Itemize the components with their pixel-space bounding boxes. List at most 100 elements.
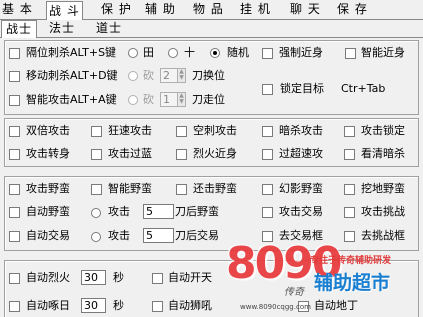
auto-flame-interval-input[interactable]: 30 — [81, 270, 106, 285]
slash-gap-checkbox[interactable] — [9, 48, 20, 59]
auto-trade-attack-radio[interactable] — [91, 232, 101, 242]
pattern-cross-radio[interactable] — [168, 48, 178, 58]
force-close-label: 强制近身 — [279, 46, 323, 59]
counter-barb-checkbox[interactable] — [176, 184, 187, 195]
pattern-field-label: 田 — [143, 46, 154, 59]
force-close-checkbox[interactable] — [262, 48, 273, 59]
double-attack-checkbox[interactable] — [9, 126, 20, 137]
watermark-logo: 8090 专注于传奇辅助研发 辅助超市 传奇 www.8090cqgg.com — [222, 238, 423, 316]
subtab-divider — [0, 37, 423, 38]
auto-sky-label: 自动开天 — [168, 271, 212, 284]
auto-trade-checkbox[interactable] — [9, 231, 20, 242]
smart-attack-label: 智能攻击ALT+A键 — [26, 93, 117, 106]
subtab-warrior[interactable]: 战士 — [1, 20, 38, 38]
watermark-small-text: 传奇 — [284, 287, 304, 298]
rapid-attack-label: 狂速攻击 — [108, 124, 152, 137]
auto-barb-attack-label: 攻击 — [108, 205, 130, 218]
auto-flame-unit: 秒 — [113, 271, 124, 284]
slash-gap-label: 隔位刺杀ALT+S键 — [26, 46, 117, 59]
subtab-mage[interactable]: 法士 — [49, 20, 75, 37]
lock-target-label: 锁定目标 — [280, 82, 324, 95]
auto-sun-unit: 秒 — [113, 299, 124, 312]
flame-close-label: 烈火近身 — [193, 147, 237, 160]
auto-trade-count-input[interactable]: 5 — [143, 228, 174, 243]
watermark-url: www.8090cqgg.com — [240, 303, 311, 311]
auto-barb-count-input[interactable]: 5 — [143, 204, 174, 219]
smart-attack-spinner[interactable]: ▲ ▼ — [177, 92, 186, 107]
auto-trade-attack-label: 攻击 — [108, 229, 130, 242]
auto-roar-label: 自动狮吼 — [168, 299, 212, 312]
move-slash-count-input[interactable]: 2 — [160, 68, 178, 83]
move-slash-label: 移动刺杀ALT+D键 — [26, 69, 118, 82]
tab-basic[interactable]: 基 本 — [2, 0, 33, 18]
attack-mana-checkbox[interactable] — [91, 149, 102, 160]
attack-mana-label: 攻击过蓝 — [108, 147, 152, 160]
auto-barb-checkbox[interactable] — [9, 207, 20, 218]
auto-barb-label: 自动野蛮 — [26, 205, 70, 218]
attack-barb-label: 攻击野蛮 — [26, 182, 70, 195]
smart-barb-checkbox[interactable] — [91, 184, 102, 195]
double-attack-label: 双倍攻击 — [26, 124, 70, 137]
attack-challenge-label: 攻击挑战 — [361, 205, 405, 218]
tab-save[interactable]: 保 存 — [337, 0, 368, 18]
rapid-attack-checkbox[interactable] — [91, 126, 102, 137]
dig-barb-label: 挖地野蛮 — [361, 182, 405, 195]
assassinate-label: 暗杀攻击 — [279, 124, 323, 137]
smart-barb-label: 智能野蛮 — [108, 182, 152, 195]
auto-roar-checkbox[interactable] — [152, 301, 163, 312]
lock-target-checkbox[interactable] — [262, 84, 273, 95]
auto-trade-label: 自动交易 — [26, 229, 70, 242]
move-slash-checkbox[interactable] — [9, 71, 20, 82]
lock-target-hotkey: Ctr+Tab — [341, 82, 386, 95]
tab-combat[interactable]: 战 斗 — [46, 1, 83, 20]
phantom-barb-checkbox[interactable] — [262, 184, 273, 195]
attack-barb-checkbox[interactable] — [9, 184, 20, 195]
smart-close-label: 智能近身 — [361, 46, 405, 59]
air-stab-checkbox[interactable] — [176, 126, 187, 137]
over-speed-label: 过超速攻 — [279, 147, 323, 160]
auto-sun-interval-input[interactable]: 30 — [81, 298, 106, 313]
move-slash-chop-label: 砍 — [143, 69, 154, 82]
move-slash-spinner[interactable]: ▲ ▼ — [177, 68, 186, 83]
auto-flame-label: 自动烈火 — [26, 271, 70, 284]
attack-lock-label: 攻击锁定 — [361, 124, 405, 137]
tab-items[interactable]: 物 品 — [193, 0, 224, 18]
air-stab-label: 空刺攻击 — [193, 124, 237, 137]
pattern-random-label: 随机 — [227, 46, 249, 59]
move-slash-suffix: 刀换位 — [192, 69, 225, 82]
see-assassin-label: 看清暗杀 — [361, 147, 405, 160]
pattern-field-radio[interactable] — [128, 48, 138, 58]
smart-attack-count-input[interactable]: 1 — [160, 92, 178, 107]
attack-trade-checkbox[interactable] — [262, 207, 273, 218]
flame-close-checkbox[interactable] — [176, 149, 187, 160]
auto-sky-checkbox[interactable] — [152, 273, 163, 284]
auto-barb-attack-radio[interactable] — [91, 208, 101, 218]
smart-attack-suffix: 刀走位 — [192, 93, 225, 106]
attack-lock-checkbox[interactable] — [344, 126, 355, 137]
tab-assist[interactable]: 辅 助 — [145, 0, 176, 18]
phantom-barb-label: 幻影野蛮 — [279, 182, 323, 195]
auto-barb-suffix: 刀后野蛮 — [175, 205, 219, 218]
auto-sun-label: 自动啄日 — [26, 299, 70, 312]
auto-sun-checkbox[interactable] — [9, 301, 20, 312]
attack-challenge-checkbox[interactable] — [344, 207, 355, 218]
move-slash-chop-radio[interactable] — [128, 71, 138, 81]
over-speed-checkbox[interactable] — [262, 149, 273, 160]
tab-chat[interactable]: 聊 天 — [290, 0, 321, 18]
attack-turn-checkbox[interactable] — [9, 149, 20, 160]
subtab-taoist[interactable]: 道士 — [96, 20, 122, 37]
counter-barb-label: 还击野蛮 — [193, 182, 237, 195]
pattern-random-radio[interactable] — [210, 48, 220, 58]
smart-attack-checkbox[interactable] — [9, 95, 20, 106]
tab-protect[interactable]: 保 护 — [101, 0, 132, 18]
dig-barb-checkbox[interactable] — [344, 184, 355, 195]
tab-afk[interactable]: 挂 机 — [240, 0, 271, 18]
pattern-cross-label: 十 — [184, 46, 195, 59]
smart-attack-chop-radio[interactable] — [128, 95, 138, 105]
smart-close-checkbox[interactable] — [345, 48, 356, 59]
assassinate-checkbox[interactable] — [262, 126, 273, 137]
see-assassin-checkbox[interactable] — [344, 149, 355, 160]
auto-flame-checkbox[interactable] — [9, 273, 20, 284]
smart-attack-chop-label: 砍 — [143, 93, 154, 106]
watermark-title: 辅助超市 — [314, 272, 391, 294]
